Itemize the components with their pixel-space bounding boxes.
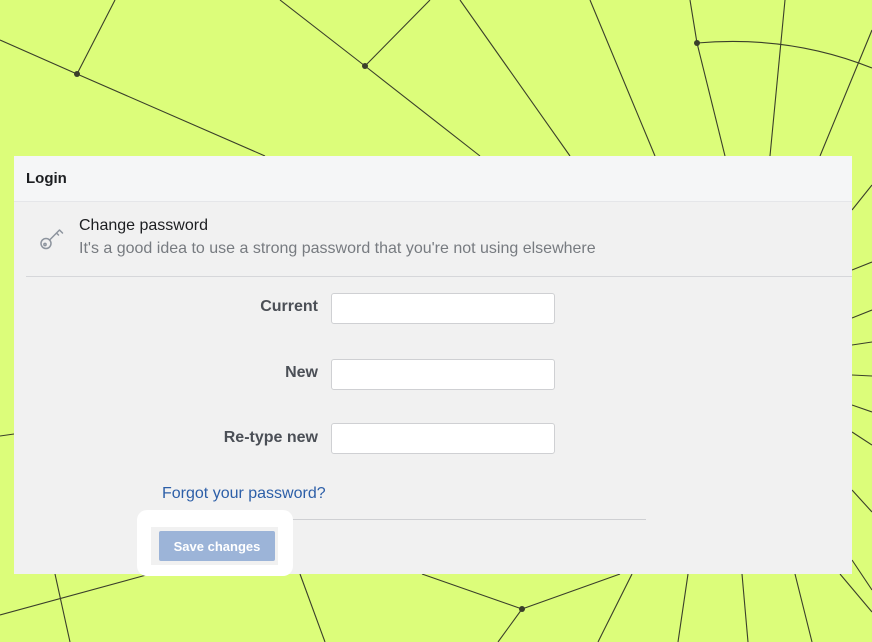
save-changes-button[interactable]: Save changes — [159, 531, 275, 561]
retype-password-input[interactable] — [331, 423, 555, 454]
key-icon — [40, 229, 64, 250]
new-password-input[interactable] — [331, 359, 555, 390]
password-settings-panel: Login Change password It's a good idea t… — [14, 156, 852, 576]
section-description: It's a good idea to use a strong passwor… — [79, 240, 596, 257]
current-password-label: Current — [260, 298, 318, 315]
change-password-section: Change password It's a good idea to use … — [14, 202, 852, 276]
forgot-password-link[interactable]: Forgot your password? — [162, 485, 326, 503]
current-password-input[interactable] — [331, 293, 555, 324]
panel-title: Login — [26, 170, 67, 187]
new-password-label: New — [285, 364, 318, 381]
panel-header: Login — [14, 156, 852, 202]
section-divider — [26, 276, 852, 277]
retype-password-label: Re-type new — [223, 429, 318, 446]
section-title: Change password — [79, 217, 208, 234]
